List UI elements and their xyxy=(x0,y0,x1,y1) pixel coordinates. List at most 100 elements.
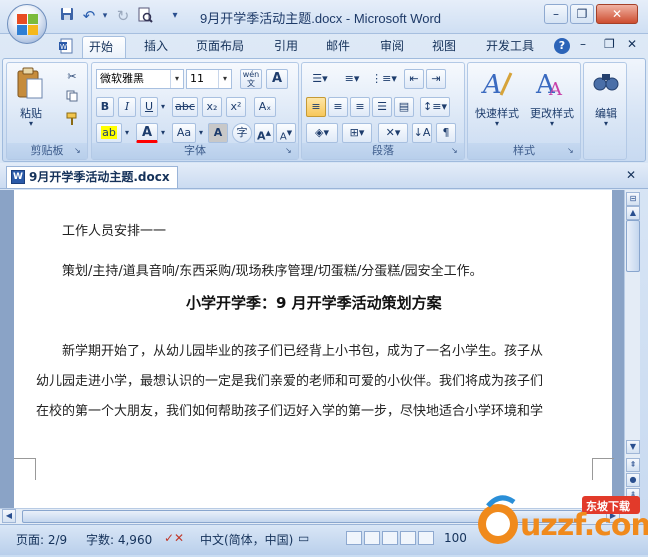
sort-icon[interactable]: ↓A xyxy=(412,123,432,143)
italic-button[interactable]: I xyxy=(118,97,136,117)
character-shading-button[interactable]: A xyxy=(208,123,228,143)
editing-dropdown-icon[interactable]: ▾ xyxy=(586,119,626,128)
shading-icon[interactable]: ◈▾ xyxy=(306,123,338,143)
asian-layout-icon[interactable]: ✕▾ xyxy=(378,123,408,143)
scroll-left-icon[interactable]: ◀ xyxy=(2,509,16,523)
print-layout-view-icon[interactable] xyxy=(346,531,362,545)
undo-dropdown-icon[interactable]: ▾ xyxy=(96,7,114,25)
minimize-button[interactable]: – xyxy=(544,4,568,24)
enclose-characters-button[interactable]: 字 xyxy=(232,123,252,143)
font-size-dropdown-icon[interactable]: ▾ xyxy=(218,70,231,88)
select-browse-object-icon[interactable]: ● xyxy=(626,473,640,487)
binoculars-icon[interactable] xyxy=(590,69,622,99)
character-border-button[interactable]: A xyxy=(266,69,288,89)
office-logo-icon xyxy=(17,14,38,35)
close-document-icon[interactable]: ✕ xyxy=(626,168,636,182)
web-layout-icon[interactable] xyxy=(382,531,398,545)
change-case-dropdown-icon[interactable]: ▾ xyxy=(196,123,206,143)
phonetic-guide-button[interactable]: wén 文 xyxy=(240,69,262,89)
styles-launcher-icon[interactable]: ↘ xyxy=(567,146,578,157)
line-spacing-icon[interactable]: ↕≡▾ xyxy=(420,97,450,117)
justify-icon[interactable]: ☰ xyxy=(372,97,392,117)
align-center-icon[interactable]: ≡ xyxy=(328,97,348,117)
tab-review[interactable]: 审阅 xyxy=(374,36,410,58)
vertical-scrollbar[interactable]: ⊟ ▲ ▼ ⇞ ● ⇟ xyxy=(624,190,640,508)
scroll-up-icon[interactable]: ▲ xyxy=(626,206,640,220)
draft-view-icon[interactable] xyxy=(418,531,434,545)
shrink-font-button[interactable]: A▼ xyxy=(276,123,296,143)
paste-icon[interactable] xyxy=(13,67,47,103)
close-button[interactable]: ✕ xyxy=(596,4,638,24)
change-case-button[interactable]: Aa xyxy=(172,123,196,143)
align-right-icon[interactable]: ≡ xyxy=(350,97,370,117)
show-marks-icon[interactable]: ¶ xyxy=(436,123,456,143)
print-preview-icon[interactable] xyxy=(136,7,154,25)
font-size-combo[interactable]: 11 ▾ xyxy=(186,69,232,89)
previous-page-icon[interactable]: ⇞ xyxy=(626,458,640,472)
document-tab[interactable]: W 9月开学季活动主题.docx xyxy=(6,166,178,188)
increase-indent-icon[interactable]: ⇥ xyxy=(426,69,446,89)
highlight-dropdown-icon[interactable]: ▾ xyxy=(122,123,132,143)
scroll-down-icon[interactable]: ▼ xyxy=(626,440,640,454)
ribbon-restore-icon[interactable]: ❐ xyxy=(604,37,615,51)
underline-dropdown-icon[interactable]: ▾ xyxy=(158,97,168,117)
bold-button[interactable]: B xyxy=(96,97,114,117)
ribbon-minimize-icon[interactable]: – xyxy=(580,37,586,51)
font-launcher-icon[interactable]: ↘ xyxy=(285,146,296,157)
change-styles-icon[interactable]: AA xyxy=(534,67,568,101)
paste-dropdown-icon[interactable]: ▾ xyxy=(11,119,51,128)
zoom-level[interactable]: 100 xyxy=(444,531,467,545)
tab-references[interactable]: 引用 xyxy=(268,36,304,58)
full-screen-reading-icon[interactable] xyxy=(364,531,380,545)
strikethrough-button[interactable]: abc xyxy=(172,97,198,117)
quick-styles-icon[interactable]: A xyxy=(480,67,514,101)
tab-view[interactable]: 视图 xyxy=(426,36,462,58)
help-icon[interactable]: ? xyxy=(554,38,570,54)
align-left-icon[interactable]: ≡ xyxy=(306,97,326,117)
ruler-toggle-icon[interactable]: ⊟ xyxy=(626,192,640,206)
ribbon-close-icon[interactable]: ✕ xyxy=(627,37,637,51)
tab-insert[interactable]: 插入 xyxy=(138,36,174,58)
document-page[interactable]: 工作人员安排一一 策划/主持/道具音响/东西采购/现场秩序管理/切蛋糕/分蛋糕/… xyxy=(14,190,614,508)
subscript-button[interactable]: x₂ xyxy=(202,97,222,117)
quick-styles-dropdown-icon[interactable]: ▾ xyxy=(470,119,524,128)
tab-developer[interactable]: 开发工具 xyxy=(480,36,540,58)
customize-quick-access-icon[interactable]: ▾ xyxy=(166,7,184,25)
tab-mailings[interactable]: 邮件 xyxy=(320,36,356,58)
format-painter-icon[interactable] xyxy=(63,111,81,131)
grow-font-button[interactable]: A▲ xyxy=(254,123,274,143)
decrease-indent-icon[interactable]: ⇤ xyxy=(404,69,424,89)
office-button[interactable] xyxy=(7,4,47,44)
save-icon[interactable] xyxy=(58,7,76,25)
cut-icon[interactable]: ✂ xyxy=(63,67,81,87)
clipboard-launcher-icon[interactable]: ↘ xyxy=(74,146,85,157)
highlight-button[interactable]: ab xyxy=(96,123,122,143)
change-styles-dropdown-icon[interactable]: ▾ xyxy=(524,119,580,128)
multilevel-list-icon[interactable]: ⋮≡▾ xyxy=(370,69,398,89)
font-color-button[interactable]: A xyxy=(136,123,158,143)
bullets-icon[interactable]: ☰▾ xyxy=(306,69,334,89)
restore-button[interactable]: ❐ xyxy=(570,4,594,24)
insert-mode-icon[interactable]: ▭ xyxy=(298,531,309,545)
underline-button[interactable]: U xyxy=(140,97,158,117)
page-count[interactable]: 页面: 2/9 xyxy=(16,531,67,548)
font-color-dropdown-icon[interactable]: ▾ xyxy=(158,123,168,143)
redo-button[interactable]: ↻ xyxy=(114,7,132,25)
font-name-combo[interactable]: 微软雅黑 ▾ xyxy=(96,69,184,89)
proofing-icon[interactable]: ✓✕ xyxy=(164,531,184,545)
copy-icon[interactable] xyxy=(63,89,81,109)
clear-formatting-button[interactable]: Aₓ xyxy=(254,97,276,117)
paragraph-launcher-icon[interactable]: ↘ xyxy=(451,146,462,157)
superscript-button[interactable]: x² xyxy=(226,97,246,117)
language-indicator[interactable]: 中文(简体，中国) xyxy=(200,531,293,548)
tab-home[interactable]: 开始 xyxy=(82,36,126,60)
font-group-label: 字体 xyxy=(92,143,298,159)
font-name-dropdown-icon[interactable]: ▾ xyxy=(170,70,183,88)
word-count[interactable]: 字数: 4,960 xyxy=(86,531,152,548)
distribute-icon[interactable]: ▤ xyxy=(394,97,414,117)
borders-icon[interactable]: ⊞▾ xyxy=(342,123,372,143)
scroll-thumb[interactable] xyxy=(626,220,640,272)
tab-page-layout[interactable]: 页面布局 xyxy=(190,36,250,58)
numbering-icon[interactable]: ≡▾ xyxy=(338,69,366,89)
outline-view-icon[interactable] xyxy=(400,531,416,545)
